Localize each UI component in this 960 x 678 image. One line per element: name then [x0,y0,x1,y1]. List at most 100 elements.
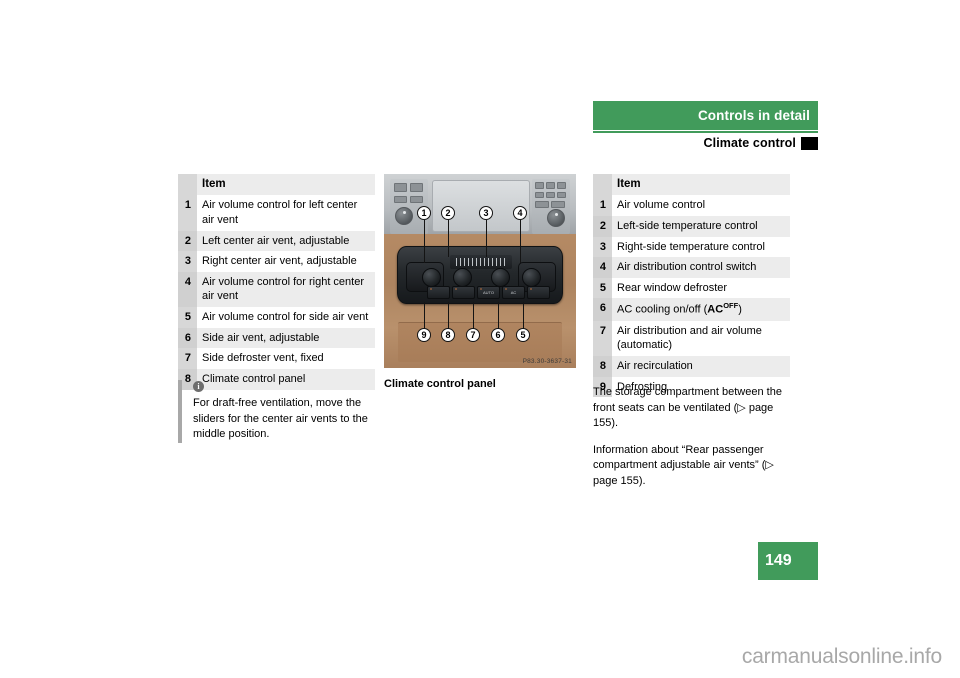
left-item-table: Item 1 Air volume control for left cente… [178,174,375,390]
temperature-display [450,255,512,269]
row-number: 1 [593,195,612,216]
row-label: Air volume control for side air vent [197,307,375,328]
ac-off-bold: AC [707,304,724,317]
header-num-cell [178,174,197,196]
table-row: 4 Air volume control for right center ai… [178,271,375,308]
row-number: 3 [593,236,612,258]
callout-4: 4 [513,206,527,220]
table-row: 3 Right-side temperature control [593,236,790,258]
figure-image: AUTO AC 1 2 3 4 9 8 7 6 5 P83.30-3637-31 [384,174,576,368]
row-label: Air volume control for right center air … [197,271,375,308]
row-label: Left center air vent, adjustable [197,230,375,252]
button-auto: AUTO [477,286,500,299]
table-row: 3 Right center air vent, adjustable [178,251,375,272]
row-number: 5 [178,307,197,328]
table-row: 5 Air volume control for side air vent [178,307,375,328]
row-number: 6 [178,327,197,349]
row-number: 1 [178,195,197,231]
callout-9: 9 [417,328,431,342]
right-item-table: Item 1 Air volume control 2 Left-side te… [593,174,790,398]
row-number: 7 [593,320,612,356]
knob-air-volume [422,268,441,287]
row-label-ac-off: AC cooling on/off (ACOFF) [612,298,790,321]
figure-caption: Climate control panel [384,378,496,390]
row-label: Side air vent, adjustable [197,327,375,349]
callout-7: 7 [466,328,480,342]
figure-climate-control-panel: AUTO AC 1 2 3 4 9 8 7 6 5 P83.30-3637-31… [384,174,576,390]
button-ac-label: AC [510,290,517,295]
note-text: For draft-free ventilation, move the sli… [193,397,368,441]
climate-control-unit: AUTO AC [397,246,563,304]
right-body-text: The storage compartment between the fron… [593,385,793,501]
thumb-index-marker [801,136,818,150]
row-number: 4 [593,257,612,278]
row-label: Rear window defroster [612,277,790,299]
knob-air-distribution [522,268,541,287]
ac-off-superscript: OFF [723,301,739,311]
row-label: Air distribution and air volume (automat… [612,320,790,356]
right-column: Item 1 Air volume control 2 Left-side te… [593,174,790,398]
callout-6: 6 [491,328,505,342]
table-row: 7 Side defroster vent, fixed [178,348,375,369]
watermark: carmanualsonline.info [741,645,942,668]
table-row: 2 Left-side temperature control [593,215,790,237]
paragraph-rear-passenger-vents: Information about “Rear passenger compar… [593,443,774,488]
dashboard-upper-console [384,174,576,238]
table-row: 1 Air volume control for left center air… [178,195,375,231]
callout-3: 3 [479,206,493,220]
button-defrosting [427,286,450,299]
row-label: Air volume control for left center air v… [197,195,375,231]
row-number: 5 [593,277,612,299]
row-number: 7 [178,348,197,369]
table-row: 5 Rear window defroster [593,277,790,299]
button-air-recirculation [452,286,475,299]
table-row: 2 Left center air vent, adjustable [178,230,375,252]
ac-off-suffix: ) [738,304,742,317]
row-number: 3 [178,251,197,272]
header-num-cell [593,174,612,196]
section-header-bar: Controls in detail [593,101,818,130]
row-number: 2 [178,230,197,252]
left-column: Item 1 Air volume control for left cente… [178,174,375,390]
row-label: Side defroster vent, fixed [197,348,375,369]
knob-left-temperature [453,268,472,287]
button-rear-window-defroster [527,286,550,299]
table-row: 7 Air distribution and air volume (autom… [593,320,790,356]
subsection-title: Climate control [703,136,796,150]
callout-1: 1 [417,206,431,220]
table-row: 1 Air volume control [593,195,790,216]
knob-right-temperature [491,268,510,287]
row-label: Air distribution control switch [612,257,790,278]
button-auto-label: AUTO [482,290,495,295]
row-number: 6 [593,298,612,321]
ac-off-prefix: AC cooling on/off ( [617,304,708,317]
table-row: 4 Air distribution control switch [593,257,790,278]
callout-8: 8 [441,328,455,342]
callout-5: 5 [516,328,530,342]
figure-image-code: P83.30-3637-31 [522,358,572,365]
subheader: Climate control [593,133,818,153]
page-number: 149 [758,542,818,580]
note-body: i For draft-free ventilation, move the s… [193,380,378,443]
info-note: i For draft-free ventilation, move the s… [178,380,378,443]
table-header-row: Item [178,174,375,196]
paragraph-storage-compartment: The storage compartment between the fron… [593,386,782,430]
row-label: Air recirculation [612,355,790,377]
table-row: 6 AC cooling on/off (ACOFF) [593,298,790,321]
row-label: Left-side temperature control [612,215,790,237]
page-title: Controls in detail [697,108,810,123]
row-label: Right-side temperature control [612,236,790,258]
row-label: Right center air vent, adjustable [197,251,375,272]
table-row: 6 Side air vent, adjustable [178,327,375,349]
info-icon: i [193,381,204,392]
row-label: Air volume control [612,195,790,216]
table-row: 8 Air recirculation [593,355,790,377]
row-number: 8 [593,355,612,377]
row-number: 2 [593,215,612,237]
right-table-header-label: Item [612,174,790,196]
table-header-row: Item [593,174,790,196]
button-ac-cooling: AC [502,286,525,299]
note-side-bar [178,380,182,443]
callout-2: 2 [441,206,455,220]
radio-right-keypad [532,179,570,234]
